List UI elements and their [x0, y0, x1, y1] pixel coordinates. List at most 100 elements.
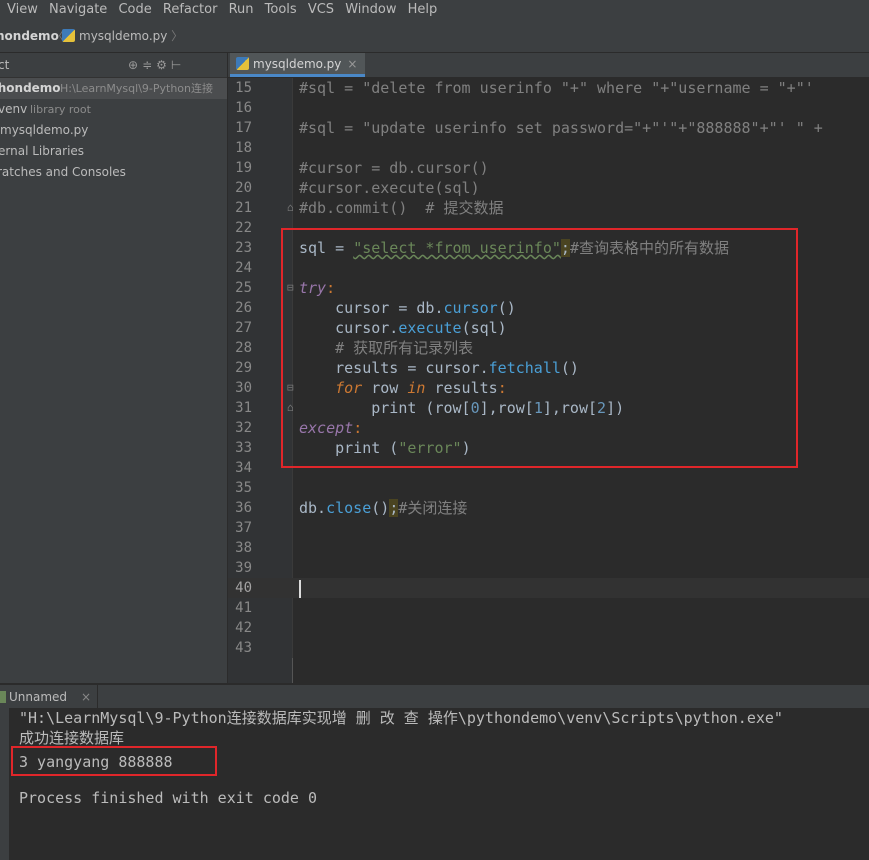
locate-icon[interactable]: ⊕	[128, 58, 142, 72]
code-function: fetchall	[488, 359, 561, 377]
code-line: 24	[228, 258, 869, 278]
tree-item-label: ernal Libraries	[0, 144, 85, 158]
tree-item-path: H:\LearnMysql\9-Python连接	[60, 82, 214, 95]
code-token: ()	[371, 499, 390, 517]
code-line: 35	[228, 478, 869, 498]
text-caret	[299, 580, 301, 598]
project-panel-title[interactable]: ct	[0, 53, 9, 77]
line-number: 28	[235, 340, 252, 356]
code-keyword: try	[299, 279, 327, 297]
code-line: 19 #cursor = db.cursor()	[228, 158, 869, 178]
run-tab-label: Unnamed	[9, 690, 68, 704]
line-number: 20	[235, 180, 252, 196]
code-text: except:	[299, 418, 362, 438]
line-number: 16	[235, 100, 252, 116]
code-line: 36 db.close();#关闭连接	[228, 498, 869, 518]
code-token: row	[362, 379, 408, 397]
code-token: ()	[497, 299, 516, 317]
code-token: ;	[389, 499, 399, 517]
code-keyword: for	[335, 379, 363, 397]
breadcrumb-project[interactable]: hondemo	[0, 20, 59, 52]
line-number: 17	[235, 120, 252, 136]
code-keyword: except	[299, 419, 354, 437]
fold-marker-icon[interactable]: ⊟	[287, 378, 294, 398]
fold-marker-icon[interactable]: ⌂	[287, 198, 294, 218]
code-token: )	[461, 439, 471, 457]
tree-item-label: thondemo	[0, 81, 61, 95]
menu-refactor[interactable]: Refactor	[163, 0, 218, 20]
breadcrumb-file[interactable]: mysqldemo.py 〉	[62, 20, 183, 52]
menu-window[interactable]: Window	[345, 0, 396, 20]
line-number: 23	[235, 240, 252, 256]
code-function: execute	[398, 319, 462, 337]
code-line: 15 #sql = "delete from userinfo "+" where…	[228, 78, 869, 98]
code-text: #sql = "update userinfo set password="+"…	[299, 119, 823, 137]
tree-item-hint: library root	[30, 103, 91, 116]
gear-icon[interactable]: ⚙	[156, 58, 171, 72]
run-console[interactable]: "H:\LearnMysql\9-Python连接数据库实现增 删 改 查 操作…	[0, 708, 869, 860]
code-line: 28 # 获取所有记录列表	[228, 338, 869, 358]
line-number: 21	[235, 200, 252, 216]
project-panel-toolbar: ⊕≑⚙⊢	[128, 53, 185, 77]
code-text: print ("error")	[299, 438, 471, 458]
fold-marker-icon[interactable]: ⊟	[287, 278, 294, 298]
code-token: :	[326, 279, 336, 297]
console-line: 成功连接数据库	[19, 729, 125, 747]
code-token: ],row[	[479, 399, 534, 417]
code-line: 20 #cursor.execute(sql)	[228, 178, 869, 198]
code-token: ;	[560, 239, 570, 257]
code-token: sql =	[299, 239, 354, 257]
line-number: 36	[235, 500, 252, 516]
line-number: 41	[235, 600, 252, 616]
tree-item-label: ratches and Consoles	[0, 165, 126, 179]
menu-run[interactable]: Run	[229, 0, 254, 20]
code-token: ],row[	[542, 399, 598, 417]
code-text: #cursor.execute(sql)	[299, 179, 480, 197]
line-number: 15	[235, 80, 252, 96]
tree-item-venv[interactable]: venv library root	[0, 99, 227, 120]
tree-item-scratches[interactable]: ratches and Consoles	[0, 162, 227, 183]
code-editor[interactable]: 15 #sql = "delete from userinfo "+" where…	[228, 78, 869, 683]
tree-item-project-root[interactable]: thondemo H:\LearnMysql\9-Python连接	[0, 78, 227, 99]
code-line: 22	[228, 218, 869, 238]
hide-icon[interactable]: ⊢	[171, 58, 185, 72]
code-number: 1	[533, 399, 543, 417]
project-panel-header: ct ⊕≑⚙⊢	[0, 53, 227, 78]
line-number: 18	[235, 140, 252, 156]
line-number: 40	[235, 580, 252, 596]
code-string: "select *from userinfo"	[353, 239, 561, 257]
python-file-icon	[236, 57, 249, 70]
code-line: 39	[228, 558, 869, 578]
menu-navigate[interactable]: Navigate	[49, 0, 107, 20]
editor-tab-bar: mysqldemo.py ×	[228, 53, 869, 78]
line-number: 22	[235, 220, 252, 236]
console-line: Process finished with exit code 0	[19, 789, 318, 807]
code-text: for row in results:	[299, 378, 507, 398]
code-line: 30 ⊟ for row in results:	[228, 378, 869, 398]
close-icon[interactable]: ×	[81, 690, 91, 704]
fold-marker-icon[interactable]: ⌂	[287, 398, 294, 418]
code-comment: #关闭连接	[398, 499, 468, 517]
code-line: 23 sql = "select *from userinfo";#查询表格中的所…	[228, 238, 869, 258]
run-tab[interactable]: Unnamed ×	[0, 685, 99, 709]
code-token: (sql)	[461, 319, 507, 337]
menu-tools[interactable]: Tools	[265, 0, 297, 20]
menu-code[interactable]: Code	[118, 0, 151, 20]
code-line: 38	[228, 538, 869, 558]
code-text: cursor.execute(sql)	[299, 318, 507, 338]
menu-help[interactable]: Help	[408, 0, 438, 20]
menu-vcs[interactable]: VCS	[308, 0, 334, 20]
line-number: 34	[235, 460, 252, 476]
tree-item-mysqldemo[interactable]: mysqldemo.py	[0, 120, 227, 141]
tree-item-external-libraries[interactable]: ernal Libraries	[0, 141, 227, 162]
console-line: "H:\LearnMysql\9-Python连接数据库实现增 删 改 查 操作…	[19, 709, 792, 727]
line-number: 31	[235, 400, 252, 416]
close-icon[interactable]: ×	[347, 57, 357, 71]
code-keyword: in	[407, 379, 426, 397]
line-number: 33	[235, 440, 252, 456]
line-number: 26	[235, 300, 252, 316]
menu-view[interactable]: View	[7, 0, 38, 20]
tab-mysqldemo[interactable]: mysqldemo.py ×	[230, 53, 366, 77]
collapse-icon[interactable]: ≑	[142, 58, 156, 72]
